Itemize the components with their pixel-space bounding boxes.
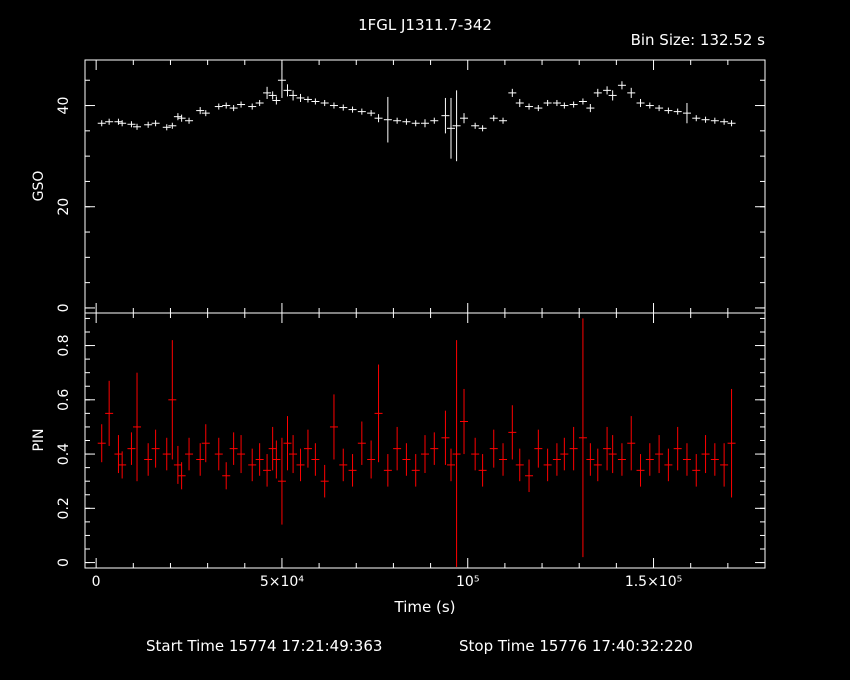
bin-size-label: Bin Size: 132.52 s — [631, 31, 766, 49]
pin-ytick-label: 0.6 — [56, 389, 72, 411]
start-time-label: Start Time 15774 17:21:49:363 — [146, 637, 382, 655]
pin-y-axis-label: PIN — [31, 428, 47, 451]
gso-y-axis-label: GSO — [31, 171, 47, 202]
pin-ytick-label: 0.8 — [56, 334, 72, 356]
x-tick-label: 10⁵ — [456, 574, 479, 590]
gso-ytick-label: 0 — [56, 303, 72, 312]
chart-title: 1FGL J1311.7-342 — [358, 16, 492, 34]
light-curve-figure: 1FGL J1311.7-342 Bin Size: 132.52 s 0 20 4… — [0, 0, 850, 680]
pin-ytick-label: 0.2 — [56, 497, 72, 519]
x-tick-label: 5×10⁴ — [260, 574, 304, 590]
x-tick-label: 1.5×10⁵ — [625, 574, 682, 590]
stop-time-label: Stop Time 15776 17:40:32:220 — [459, 637, 693, 655]
x-tick-label: 0 — [92, 574, 101, 590]
x-axis-label: Time (s) — [394, 598, 456, 616]
gso-ytick-label: 20 — [56, 198, 72, 216]
pin-ytick-label: 0 — [56, 558, 72, 567]
pin-ytick-label: 0.4 — [56, 443, 72, 465]
gso-ytick-label: 40 — [56, 97, 72, 115]
